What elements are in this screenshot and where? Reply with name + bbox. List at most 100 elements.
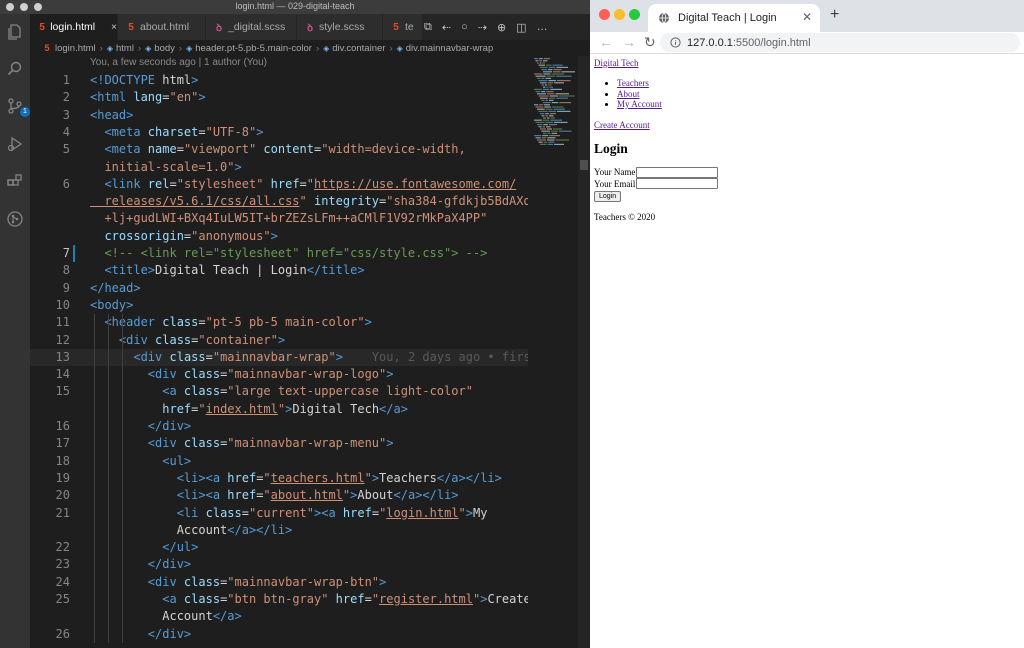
minimap-stroke <box>548 66 556 68</box>
tab-style-scss[interactable]: ꝺ style.scss <box>297 14 383 40</box>
line-number: 14 <box>55 367 70 382</box>
nav-link-teachers[interactable]: Teachers <box>617 78 649 88</box>
minimap-stroke <box>546 75 556 77</box>
minimap-stroke <box>541 137 547 139</box>
minimap-stroke <box>557 110 571 112</box>
email-input[interactable] <box>636 178 719 190</box>
breadcrumb-item[interactable]: div.container <box>332 43 385 54</box>
go-back-icon[interactable]: ⇠ <box>442 21 451 34</box>
run-debug-icon[interactable] <box>5 134 25 154</box>
code-line[interactable]: 14 <div class="mainnavbar-wrap-logo"> <box>30 366 528 383</box>
code-text: +lj+gudLWI+BXq4IuLW5IT+brZEZsLFm++aCMlF1… <box>90 211 488 226</box>
more-actions-icon[interactable]: … <box>537 21 548 33</box>
git-lens-icon[interactable]: ⊕ <box>497 21 506 34</box>
close-tab-icon[interactable]: ✕ <box>802 10 812 24</box>
code-line[interactable]: 22 </ul> <box>30 539 528 556</box>
cube-icon: ◈ <box>396 43 403 53</box>
minimap-stroke <box>537 77 541 79</box>
close-window-button[interactable] <box>599 9 610 20</box>
code-line[interactable]: 3 <head> <box>30 107 528 124</box>
breadcrumb-item[interactable]: body <box>154 43 175 54</box>
line-number: 13 <box>55 349 70 364</box>
code-line[interactable]: 19 <li><a href="teachers.html">Teachers<… <box>30 470 528 487</box>
code-line[interactable]: 20 <li><a href="about.html">About</a></l… <box>30 487 528 504</box>
minimap-stroke <box>535 121 545 123</box>
code-line[interactable]: 1 <!DOCTYPE html> <box>30 72 528 89</box>
browser-tab[interactable]: Digital Teach | Login ✕ <box>648 4 820 32</box>
git-modified-marker[interactable] <box>73 245 75 263</box>
breadcrumb-item[interactable]: login.html <box>55 43 96 54</box>
info-icon[interactable] <box>670 37 681 48</box>
tab-login-html[interactable]: 5 login.html × <box>30 14 118 40</box>
code-line[interactable]: 7 <!-- <link rel="stylesheet" href="css/… <box>30 245 528 262</box>
line-number: 5 <box>62 142 70 157</box>
back-arrow-icon[interactable]: ← <box>599 34 613 50</box>
code-line[interactable]: 25 <a class="btn btn-gray" href="registe… <box>30 591 528 608</box>
breadcrumb-item[interactable]: div.mainnavbar-wrap <box>406 43 493 54</box>
minimize-window-button[interactable] <box>614 9 625 20</box>
code-line[interactable]: 24 <div class="mainnavbar-wrap-btn"> <box>30 574 528 591</box>
code-line[interactable]: 8 <title>Digital Teach | Login</title> <box>30 262 528 279</box>
code-line[interactable]: 4 <meta charset="UTF-8"> <box>30 124 528 141</box>
minimap-stroke <box>556 75 572 77</box>
code-line[interactable]: releases/v5.6.1/css/all.css" integrity="… <box>30 193 528 210</box>
code-line[interactable]: 18 <ul> <box>30 453 528 470</box>
tab-truncated[interactable]: 5 te <box>383 14 423 40</box>
extensions-icon[interactable] <box>5 172 25 192</box>
code-line[interactable]: 23 </div> <box>30 556 528 573</box>
nav-link-my-account[interactable]: My Account <box>617 99 662 109</box>
code-line[interactable]: Account</a> <box>30 608 528 625</box>
git-graph-icon[interactable] <box>5 209 25 229</box>
breadcrumb-item[interactable]: html <box>116 43 134 54</box>
tab-digital-scss[interactable]: ꝺ _digital.scss <box>206 14 297 40</box>
code-line[interactable]: 17 <div class="mainnavbar-wrap-menu"> <box>30 435 528 452</box>
code-line[interactable]: 5 <meta name="viewport" content="width=d… <box>30 141 528 158</box>
code-line[interactable]: Account</a></li> <box>30 522 528 539</box>
code-line[interactable]: 12 <div class="container"> <box>30 332 528 349</box>
next-change-icon[interactable]: ⇢ <box>478 21 487 34</box>
create-account-link[interactable]: Create Account <box>594 120 650 130</box>
name-input[interactable] <box>636 166 719 178</box>
code-line[interactable]: 11 <header class="pt-5 pb-5 main-color"> <box>30 314 528 331</box>
scrollbar-thumb[interactable] <box>580 160 588 170</box>
minimap-stroke <box>540 66 548 68</box>
address-bar[interactable]: 127.0.0.1:5500/login.html <box>660 33 1020 52</box>
code-line[interactable]: 21 <li class="current"><a href="login.ht… <box>30 505 528 522</box>
code-line[interactable]: 2 <html lang="en"> <box>30 89 528 106</box>
vertical-scrollbar[interactable] <box>578 56 590 648</box>
code-line[interactable]: initial-scale=1.0"> <box>30 159 528 176</box>
minimap-stroke <box>549 86 553 88</box>
code-line[interactable]: 15 <a class="large text-uppercase light-… <box>30 383 528 400</box>
source-control-icon[interactable]: 1 <box>5 96 30 117</box>
breadcrumb-item[interactable]: header.pt-5.pb-5.main-color <box>195 43 312 54</box>
code-line[interactable]: 10 <body> <box>30 297 528 314</box>
nav-link-about[interactable]: About <box>617 89 640 99</box>
explorer-icon[interactable] <box>5 22 25 42</box>
code-line[interactable]: crossorigin="anonymous"> <box>30 228 528 245</box>
code-line[interactable]: href="index.html">Digital Tech</a> <box>30 401 528 418</box>
code-editor[interactable]: 1 <!DOCTYPE html> 2 <html lang="en"> 3 <head>… <box>30 72 528 648</box>
cube-icon: ◈ <box>145 43 152 53</box>
search-icon[interactable] <box>5 59 25 79</box>
previous-change-icon[interactable]: ○ <box>461 21 468 33</box>
globe-icon <box>659 12 669 24</box>
code-line[interactable]: +lj+gudLWI+BXq4IuLW5IT+brZEZsLFm++aCMlF1… <box>30 210 528 227</box>
code-line[interactable]: 9 </head> <box>30 280 528 297</box>
codelens-blame[interactable]: You, a few seconds ago | 1 author (You) <box>90 57 267 68</box>
zoom-window-button[interactable] <box>629 9 640 20</box>
code-line[interactable]: 16 </div> <box>30 418 528 435</box>
minimap-stroke <box>538 64 546 66</box>
code-line[interactable]: 6 <link rel="stylesheet" href="https://u… <box>30 176 528 193</box>
open-changes-icon[interactable]: ⧉ <box>424 21 432 34</box>
close-tab-icon[interactable]: × <box>111 22 117 33</box>
code-line[interactable]: 26 </div> <box>30 626 528 643</box>
tab-about-html[interactable]: 5 about.html <box>118 14 206 40</box>
logo-link[interactable]: Digital Tech <box>594 58 638 68</box>
split-editor-icon[interactable]: ◫ <box>516 21 526 34</box>
new-tab-button[interactable]: + <box>830 6 839 24</box>
minimap-stroke <box>543 71 552 73</box>
code-line[interactable]: 13 <div class="mainnavbar-wrap"> You, 2 … <box>30 348 528 367</box>
reload-icon[interactable]: ↻ <box>644 34 656 51</box>
login-button[interactable]: Login <box>594 190 622 202</box>
forward-arrow-icon[interactable]: → <box>622 34 636 50</box>
